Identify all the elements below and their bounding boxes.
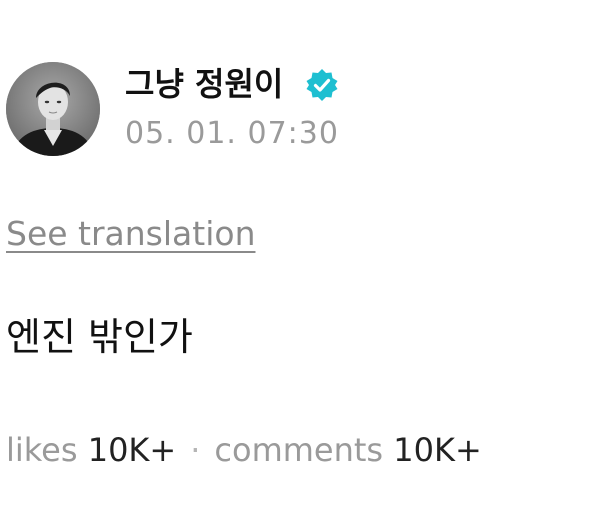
post-stats: likes 10K+ · comments 10K+ [6, 428, 482, 472]
likes-label: likes [6, 431, 78, 469]
likes-count: 10K+ [87, 431, 177, 469]
comments-label: comments [214, 431, 384, 469]
likes-stat[interactable]: likes 10K+ [6, 431, 176, 469]
profile-photo [6, 62, 100, 156]
stats-separator: · [190, 431, 201, 469]
comments-count: 10K+ [393, 431, 482, 469]
comments-stat[interactable]: comments 10K+ [214, 431, 481, 469]
post-timestamp: 05. 01. 07:30 [125, 116, 339, 151]
post-card: 그냥 정원이 05. 01. 07:30 See translation 엔진 … [0, 0, 600, 527]
author-name[interactable]: 그냥 정원이 [125, 64, 283, 104]
avatar[interactable] [6, 62, 100, 156]
see-translation-link[interactable]: See translation [6, 212, 255, 256]
post-text: 엔진 밖인가 [6, 315, 193, 359]
verified-badge-icon [306, 69, 338, 101]
